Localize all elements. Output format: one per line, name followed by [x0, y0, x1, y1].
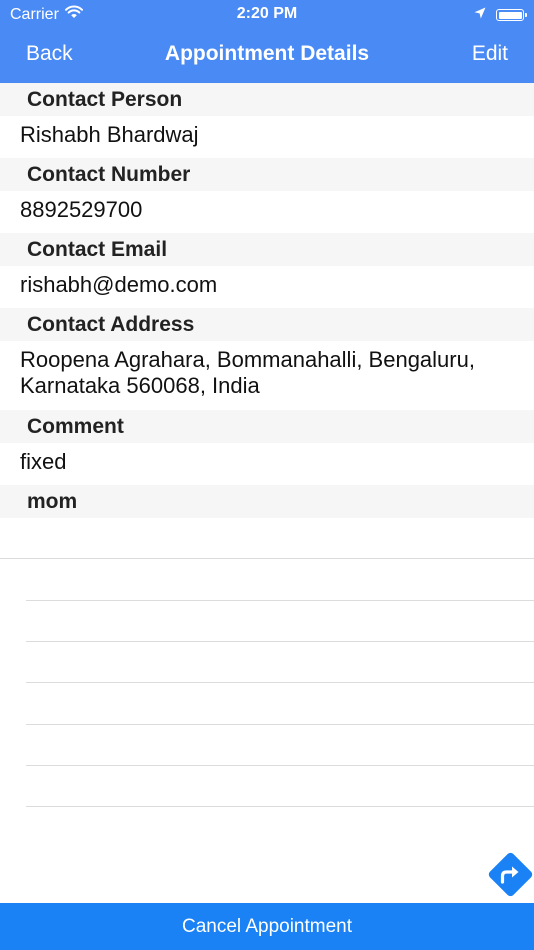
note-line — [0, 558, 534, 559]
mom-notes-area[interactable] — [0, 518, 534, 818]
note-line — [26, 682, 534, 683]
navigation-bar: Back Appointment Details Edit — [0, 28, 534, 83]
directions-button[interactable] — [487, 851, 534, 898]
directions-icon — [488, 852, 533, 897]
note-line — [26, 641, 534, 642]
note-line — [26, 806, 534, 807]
contact-address-line-2: Karnataka 560068, India — [20, 373, 260, 398]
note-line — [26, 600, 534, 601]
note-line — [26, 724, 534, 725]
edit-button[interactable]: Edit — [472, 42, 508, 66]
status-time: 2:20 PM — [236, 5, 298, 22]
mom-header: mom — [0, 485, 534, 518]
contact-number-value[interactable]: 8892529700 — [0, 191, 534, 233]
status-right-icons — [474, 6, 527, 24]
contact-email-header: Contact Email — [0, 233, 534, 266]
status-bar: Carrier 2:20 PM — [0, 0, 534, 28]
comment-value: fixed — [0, 443, 534, 485]
contact-number-header: Contact Number — [0, 158, 534, 191]
contact-email-value[interactable]: rishabh@demo.com — [0, 266, 534, 308]
location-arrow-icon — [474, 6, 486, 24]
cancel-appointment-button[interactable]: Cancel Appointment — [0, 903, 534, 950]
top-bar: Carrier 2:20 PM Back Appointment Details… — [0, 0, 534, 83]
note-line — [26, 765, 534, 766]
page-title: Appointment Details — [164, 42, 370, 65]
details-list: Contact Person Rishabh Bhardwaj Contact … — [0, 83, 534, 518]
battery-icon — [496, 9, 527, 21]
contact-address-value: Roopena Agrahara, Bommanahalli, Bengalur… — [0, 341, 534, 410]
contact-address-line-1: Roopena Agrahara, Bommanahalli, Bengalur… — [20, 347, 475, 372]
contact-address-header: Contact Address — [0, 308, 534, 341]
contact-person-header: Contact Person — [0, 83, 534, 116]
appointment-details-screen: Carrier 2:20 PM Back Appointment Details… — [0, 0, 534, 950]
contact-person-value: Rishabh Bhardwaj — [0, 116, 534, 158]
comment-header: Comment — [0, 410, 534, 443]
